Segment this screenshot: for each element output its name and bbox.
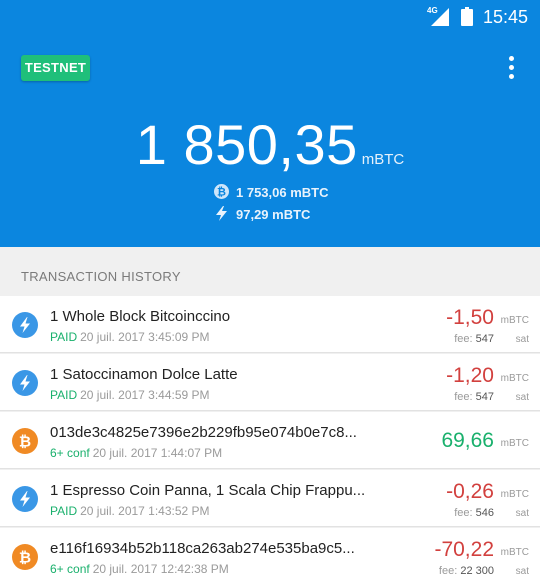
fee-label: fee:: [438, 565, 458, 577]
amount-unit: mBTC: [500, 489, 529, 500]
transaction-amount: -1,50: [446, 306, 494, 329]
transaction-title: 1 Satoccinamon Dolce Latte: [50, 366, 238, 383]
lightning-icon: [12, 370, 38, 396]
status-label: PAID: [50, 330, 78, 344]
fee-unit: sat: [515, 392, 529, 403]
status-bar: 4G 15:45: [0, 0, 540, 32]
transaction-date: 20 juil. 2017 12:42:38 PM: [92, 562, 229, 576]
fee-unit: sat: [515, 508, 529, 519]
transaction-date: 20 juil. 2017 1:44:07 PM: [92, 446, 223, 460]
transaction-status: PAID 20 juil. 2017 3:45:09 PM: [50, 330, 210, 344]
lightning-balance-value: 97,29 mBTC: [236, 207, 311, 222]
transaction-row[interactable]: ₿ 013de3c4825e7396e2b229fb95e074b0e7c8..…: [0, 412, 540, 469]
transaction-date: 20 juil. 2017 1:43:52 PM: [80, 504, 210, 518]
fee-label: fee:: [454, 333, 473, 345]
amount-unit: mBTC: [500, 315, 529, 326]
transaction-amount: -70,22: [434, 538, 494, 561]
signal-icon: [431, 8, 449, 26]
fee-unit: sat: [515, 334, 529, 345]
bitcoin-icon: ₿: [12, 428, 38, 454]
status-label: PAID: [50, 504, 78, 518]
lightning-icon: [12, 312, 38, 338]
transaction-fee: fee: 22 300: [439, 565, 494, 577]
lightning-icon: [12, 486, 38, 512]
total-balance: 1 850,35 mBTC: [0, 112, 540, 177]
transaction-row[interactable]: 1 Whole Block Bitcoinccino PAID 20 juil. …: [0, 296, 540, 353]
wallet-header: 4G 15:45 TESTNET 1 850,35 mBTC ₿ 1 753,06…: [0, 0, 540, 247]
lightning-icon: [216, 206, 227, 221]
testnet-badge: TESTNET: [21, 55, 90, 81]
transaction-amount: 69,66: [441, 429, 494, 452]
bitcoin-icon: ₿: [12, 544, 38, 570]
transaction-title: 1 Whole Block Bitcoinccino: [50, 308, 231, 325]
fee-value: 547: [475, 391, 494, 403]
fee-label: fee:: [454, 391, 473, 403]
status-label: PAID: [50, 388, 78, 402]
battery-icon: [461, 7, 473, 26]
svg-text:₿: ₿: [19, 549, 31, 567]
transaction-title: 013de3c4825e7396e2b229fb95e074b0e7c8...: [50, 424, 357, 441]
svg-text:₿: ₿: [217, 186, 226, 199]
transaction-fee: fee: 547: [454, 391, 494, 403]
status-label: 6+ conf: [50, 562, 90, 576]
balance-amount: 1 850,35: [135, 113, 358, 176]
transaction-row[interactable]: ₿ e116f16934b52b118ca263ab274e535ba9c5..…: [0, 528, 540, 584]
transaction-status: PAID 20 juil. 2017 1:43:52 PM: [50, 504, 210, 518]
transaction-status: 6+ conf 20 juil. 2017 1:44:07 PM: [50, 446, 222, 460]
balance-unit: mBTC: [361, 151, 405, 168]
fee-value: 22 300: [460, 565, 494, 577]
amount-unit: mBTC: [500, 438, 529, 449]
onchain-balance-value: 1 753,06 mBTC: [236, 185, 329, 200]
transaction-date: 20 juil. 2017 3:45:09 PM: [80, 330, 210, 344]
transaction-amount: -0,26: [446, 480, 494, 503]
amount-unit: mBTC: [500, 547, 529, 558]
transaction-fee: fee: 547: [454, 333, 494, 345]
status-label: 6+ conf: [50, 446, 90, 460]
transaction-status: PAID 20 juil. 2017 3:44:59 PM: [50, 388, 210, 402]
transaction-title: e116f16934b52b118ca263ab274e535ba9c5...: [50, 540, 355, 557]
fee-value: 547: [475, 333, 494, 345]
clock: 15:45: [483, 7, 529, 27]
transaction-title: 1 Espresso Coin Panna, 1 Scala Chip Frap…: [50, 482, 366, 499]
fee-unit: sat: [515, 566, 529, 577]
svg-text:₿: ₿: [19, 433, 31, 451]
transaction-status: 6+ conf 20 juil. 2017 12:42:38 PM: [50, 562, 229, 576]
transaction-history-title: TRANSACTION HISTORY: [21, 269, 181, 284]
bitcoin-icon: ₿: [214, 184, 229, 199]
transaction-row[interactable]: 1 Espresso Coin Panna, 1 Scala Chip Frap…: [0, 470, 540, 527]
transaction-amount: -1,20: [446, 364, 494, 387]
transaction-row[interactable]: 1 Satoccinamon Dolce Latte PAID 20 juil. …: [0, 354, 540, 411]
fee-label: fee:: [454, 507, 473, 519]
amount-unit: mBTC: [500, 373, 529, 384]
more-vert-icon[interactable]: [500, 54, 522, 82]
transaction-fee: fee: 546: [454, 507, 494, 519]
transaction-date: 20 juil. 2017 3:44:59 PM: [80, 388, 210, 402]
fee-value: 546: [475, 507, 494, 519]
